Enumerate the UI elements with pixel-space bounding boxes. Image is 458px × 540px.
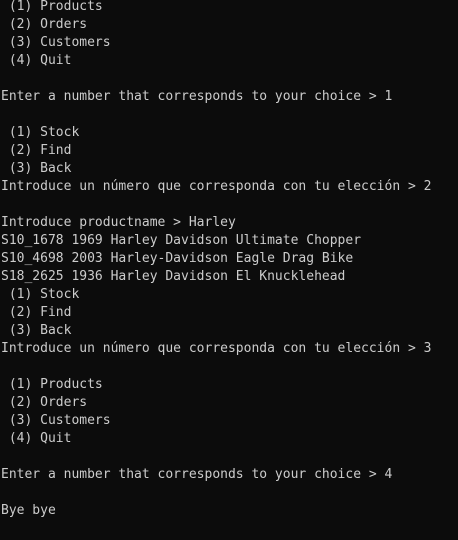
terminal-line: (1) Stock: [1, 125, 80, 140]
terminal-line: S18_2625 1936 Harley Davidson El Knuckle…: [1, 269, 346, 284]
terminal-line: S10_4698 2003 Harley-Davidson Eagle Drag…: [1, 251, 354, 266]
terminal-line: (3) Customers: [1, 35, 111, 50]
terminal-line: Enter a number that corresponds to your …: [1, 467, 393, 482]
terminal-line: (1) Products: [1, 0, 103, 14]
terminal-line: Introduce productname > Harley: [1, 215, 236, 230]
terminal-line: (3) Back: [1, 323, 72, 338]
terminal-line: (2) Orders: [1, 395, 88, 410]
terminal-line: (2) Orders: [1, 17, 88, 32]
terminal-line: (3) Customers: [1, 413, 111, 428]
terminal-output[interactable]: (1) Products (2) Orders (3) Customers (4…: [0, 0, 458, 538]
terminal-line: (2) Find: [1, 143, 72, 158]
terminal-line: (4) Quit: [1, 53, 72, 68]
terminal-line: (2) Find: [1, 305, 72, 320]
terminal-line: Enter a number that corresponds to your …: [1, 89, 393, 104]
terminal-line: (1) Stock: [1, 287, 80, 302]
terminal-line: Introduce un número que corresponda con …: [1, 341, 432, 356]
terminal-line: Bye bye: [1, 503, 56, 518]
terminal-line: (4) Quit: [1, 431, 72, 446]
terminal-line: Introduce un número que corresponda con …: [1, 179, 432, 194]
terminal-line: S10_1678 1969 Harley Davidson Ultimate C…: [1, 233, 362, 248]
terminal-line: (1) Products: [1, 377, 103, 392]
terminal-line: (3) Back: [1, 161, 72, 176]
